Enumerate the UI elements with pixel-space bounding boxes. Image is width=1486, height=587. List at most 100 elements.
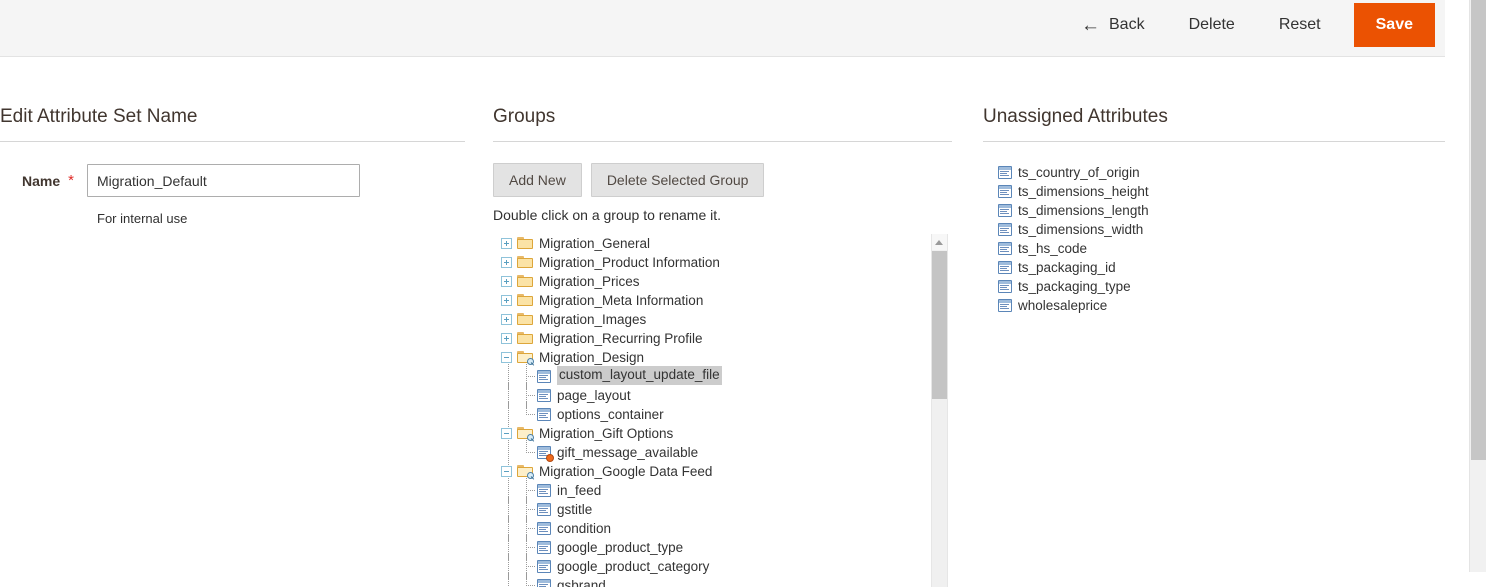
attribute-icon: [536, 522, 553, 536]
collapse-node-icon[interactable]: [500, 427, 514, 441]
expand-node-icon[interactable]: [500, 313, 514, 327]
tree-attribute-node[interactable]: custom_layout_update_file: [500, 367, 930, 386]
tree-group-node[interactable]: Migration_Recurring Profile: [500, 329, 930, 348]
attribute-icon: [997, 280, 1014, 294]
tree-group-node[interactable]: Migration_Prices: [500, 272, 930, 291]
tree-indent: [500, 500, 518, 519]
folder-closed-icon: [517, 274, 535, 289]
unassigned-attribute-label: ts_packaging_type: [1018, 280, 1131, 294]
tree-group-label: Migration_Gift Options: [539, 427, 673, 441]
tree-attribute-node[interactable]: google_product_category: [500, 557, 930, 576]
tree-connector: [518, 481, 536, 500]
tree-group-label: Migration_Design: [539, 351, 644, 365]
tree-attribute-label: options_container: [557, 408, 664, 422]
expand-node-icon[interactable]: [500, 275, 514, 289]
unassigned-attribute-label: ts_country_of_origin: [1018, 166, 1140, 180]
unassigned-attribute-label: ts_packaging_id: [1018, 261, 1116, 275]
tree-attribute-node[interactable]: page_layout: [500, 386, 930, 405]
tree-group-node[interactable]: Migration_Google Data Feed: [500, 462, 930, 481]
attribute-icon: [536, 503, 553, 517]
unassigned-attribute-item[interactable]: ts_packaging_id: [997, 258, 1445, 277]
tree-attribute-label: google_product_category: [557, 560, 709, 574]
attribute-icon: [997, 185, 1014, 199]
tree-group-label: Migration_Recurring Profile: [539, 332, 703, 346]
unassigned-attribute-label: ts_dimensions_height: [1018, 185, 1149, 199]
tree-indent: [500, 557, 518, 576]
expand-node-icon[interactable]: [500, 294, 514, 308]
tree-indent: [500, 576, 518, 587]
tree-group-node[interactable]: Migration_Gift Options: [500, 424, 930, 443]
tree-group-node[interactable]: Migration_Product Information: [500, 253, 930, 272]
page-scrollbar-thumb[interactable]: [1471, 0, 1486, 460]
collapse-node-icon[interactable]: [500, 465, 514, 479]
groups-tree-scrollbar[interactable]: [931, 234, 948, 587]
unassigned-attribute-item[interactable]: ts_dimensions_height: [997, 182, 1445, 201]
attribute-icon: [997, 166, 1014, 180]
scrollbar-thumb[interactable]: [932, 251, 947, 399]
collapse-node-icon[interactable]: [500, 351, 514, 365]
attribute-icon: [536, 560, 553, 574]
unassigned-attribute-item[interactable]: ts_country_of_origin: [997, 163, 1445, 182]
save-button[interactable]: Save: [1354, 3, 1435, 47]
groups-toolbar: Add New Delete Selected Group: [493, 142, 959, 197]
groups-tree-container: Migration_General Migration_Product Infor…: [493, 234, 952, 587]
unassigned-attribute-item[interactable]: ts_dimensions_length: [997, 201, 1445, 220]
arrow-left-icon: ←: [1081, 16, 1100, 35]
attribute-icon: [536, 541, 553, 555]
tree-attribute-node[interactable]: condition: [500, 519, 930, 538]
tree-group-node[interactable]: Migration_Meta Information: [500, 291, 930, 310]
back-button-label: Back: [1109, 16, 1145, 34]
delete-button[interactable]: Delete: [1167, 8, 1257, 42]
unassigned-attributes-title: Unassigned Attributes: [983, 57, 1445, 126]
tree-group-label: Migration_Images: [539, 313, 646, 327]
attribute-icon: [997, 261, 1014, 275]
tree-indent: [500, 519, 518, 538]
delete-selected-group-button[interactable]: Delete Selected Group: [591, 163, 765, 197]
attribute-system-icon: [536, 446, 553, 460]
tree-group-label: Migration_Prices: [539, 275, 640, 289]
tree-attribute-label: page_layout: [557, 389, 631, 403]
groups-tree: Migration_General Migration_Product Infor…: [500, 234, 930, 587]
folder-open-icon: [517, 426, 535, 441]
page-header: ← Back Delete Reset Save: [0, 0, 1445, 57]
groups-hint-text: Double click on a group to rename it.: [493, 197, 959, 223]
tree-attribute-node[interactable]: gstitle: [500, 500, 930, 519]
tree-group-node[interactable]: Migration_Images: [500, 310, 930, 329]
tree-attribute-node[interactable]: google_product_type: [500, 538, 930, 557]
tree-attribute-node[interactable]: gsbrand: [500, 576, 930, 587]
unassigned-attribute-label: ts_hs_code: [1018, 242, 1087, 256]
scroll-up-arrow-icon[interactable]: [932, 234, 947, 250]
page-title: Edit Attribute Set Name: [0, 57, 465, 126]
unassigned-attribute-item[interactable]: wholesaleprice: [997, 296, 1445, 315]
unassigned-attribute-item[interactable]: ts_dimensions_width: [997, 220, 1445, 239]
tree-group-label: Migration_Product Information: [539, 256, 720, 270]
name-field-row: Name *: [0, 142, 465, 197]
page-action-toolbar: ← Back Delete Reset Save: [1067, 0, 1441, 50]
unassigned-attribute-label: ts_dimensions_width: [1018, 223, 1143, 237]
expand-node-icon[interactable]: [500, 256, 514, 270]
unassigned-attribute-item[interactable]: ts_hs_code: [997, 239, 1445, 258]
attribute-icon: [536, 389, 553, 403]
tree-group-node[interactable]: Migration_General: [500, 234, 930, 253]
page-scrollbar[interactable]: [1469, 0, 1486, 572]
attribute-set-name-input[interactable]: [87, 164, 360, 197]
back-button[interactable]: ← Back: [1067, 8, 1167, 43]
tree-group-node[interactable]: Migration_Design: [500, 348, 930, 367]
expand-node-icon[interactable]: [500, 332, 514, 346]
tree-attribute-node[interactable]: options_container: [500, 405, 930, 424]
delete-selected-group-label: Delete Selected Group: [607, 172, 749, 188]
tree-attribute-node[interactable]: in_feed: [500, 481, 930, 500]
tree-indent: [500, 481, 518, 500]
unassigned-attribute-item[interactable]: ts_packaging_type: [997, 277, 1445, 296]
reset-button[interactable]: Reset: [1257, 8, 1343, 42]
unassigned-attribute-label: wholesaleprice: [1018, 299, 1107, 313]
tree-indent: [500, 367, 518, 386]
tree-attribute-label: custom_layout_update_file: [557, 366, 722, 385]
tree-group-label: Migration_General: [539, 237, 650, 251]
tree-attribute-node[interactable]: gift_message_available: [500, 443, 930, 462]
attribute-icon: [997, 299, 1014, 313]
tree-group-label: Migration_Google Data Feed: [539, 465, 712, 479]
expand-node-icon[interactable]: [500, 237, 514, 251]
attribute-icon: [997, 223, 1014, 237]
add-new-group-button[interactable]: Add New: [493, 163, 582, 197]
